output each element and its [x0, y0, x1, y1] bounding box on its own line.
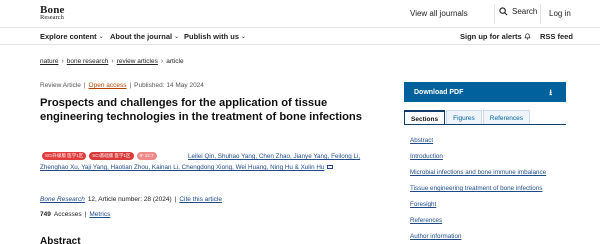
chevron-right-icon: › — [160, 58, 164, 65]
published-date: Published: 14 May 2024 — [134, 82, 204, 89]
view-all-journals-link[interactable]: View all journals — [410, 9, 468, 18]
toc-item-references[interactable]: References — [410, 213, 570, 229]
nav-signup-alerts[interactable]: Sign up for alerts — [460, 32, 531, 41]
open-access-link[interactable]: Open access — [89, 82, 127, 89]
download-pdf-label: Download PDF — [414, 88, 464, 96]
badge-impact-factor: IF 12.7 — [136, 152, 157, 160]
nav-bar: Explore content ⌄ About the journal ⌄ Pu… — [0, 29, 600, 45]
breadcrumb-nature[interactable]: nature — [40, 58, 58, 65]
metrics-link[interactable]: Metrics — [89, 211, 110, 218]
nav-signup-label: Sign up for alerts — [460, 32, 522, 41]
article-title: Prospects and challenges for the applica… — [40, 97, 362, 123]
breadcrumb-review-articles[interactable]: review articles — [117, 58, 158, 65]
breadcrumb-bone-research[interactable]: bone research — [67, 58, 109, 65]
citation-line: Bone Research 12, Article number: 28 (20… — [40, 196, 222, 203]
chevron-down-icon: ⌄ — [241, 34, 247, 40]
toc-item-abstract[interactable]: Abstract — [410, 133, 570, 149]
tab-figures[interactable]: Figures — [446, 110, 482, 124]
download-icon: ⭳ — [549, 88, 552, 97]
nav-explore-label: Explore content — [40, 32, 97, 41]
nav-publish-with-us[interactable]: Publish with us ⌄ — [184, 32, 246, 41]
chevron-down-icon: ⌄ — [174, 34, 180, 40]
nav-rss-feed[interactable]: RSS feed — [540, 32, 573, 41]
ranking-badges: SCI升级版 医学1区 SCI基础版 医学1区 IF 12.7 — [42, 152, 157, 160]
toc-item-introduction[interactable]: Introduction — [410, 149, 570, 165]
toc-item-foresight[interactable]: Foresight — [410, 197, 570, 213]
sidebar-tabs: Sections Figures References — [404, 110, 566, 125]
chevron-right-icon: › — [61, 58, 64, 65]
nav-about-journal[interactable]: About the journal ⌄ — [110, 32, 179, 41]
metrics-line: 749 Accesses | Metrics — [40, 211, 111, 218]
tab-references[interactable]: References — [482, 110, 531, 124]
divider — [540, 4, 541, 24]
article-type: Review Article — [40, 82, 81, 89]
journal-link[interactable]: Bone Research — [40, 196, 85, 203]
login-link[interactable]: Log in — [549, 9, 571, 18]
sections-list: Abstract Introduction Microbial infectio… — [410, 133, 570, 244]
citation-details: 12, Article number: 28 (2024) — [87, 196, 172, 203]
badge-sci-upgrade: SCI升级版 医学1区 — [42, 152, 87, 160]
toc-item-tissue-engineering[interactable]: Tissue engineering treatment of bone inf… — [410, 181, 570, 197]
nav-about-label: About the journal — [110, 32, 173, 41]
nav-rss-label: RSS feed — [540, 32, 573, 41]
abstract-heading: Abstract — [40, 236, 81, 244]
tab-sections[interactable]: Sections — [404, 110, 446, 124]
accesses-count: 749 — [40, 211, 51, 218]
nav-explore-content[interactable]: Explore content ⌄ — [40, 32, 104, 41]
accesses-label: Accesses — [53, 211, 82, 218]
logo-line2: Research — [40, 14, 64, 21]
badge-sci-basic: SCI基础版 医学1区 — [89, 152, 134, 160]
download-pdf-button[interactable]: Download PDF ⭳ — [404, 82, 566, 102]
toc-item-author-information[interactable]: Author information — [410, 229, 570, 244]
article-meta: Review Article | Open access | Published… — [40, 82, 204, 89]
search-label: Search — [512, 7, 538, 16]
chevron-right-icon: › — [111, 58, 114, 65]
mail-icon[interactable] — [327, 165, 334, 170]
cite-this-article-link[interactable]: Cite this article — [179, 196, 222, 203]
bell-icon — [524, 33, 531, 40]
top-bar: Bone Research View all journals Search L… — [0, 0, 600, 28]
search-button[interactable]: Search — [499, 7, 537, 16]
chevron-down-icon: ⌄ — [98, 34, 104, 40]
breadcrumb: nature › bone research › review articles… — [40, 58, 184, 65]
toc-item-microbial-infections[interactable]: Microbial infections and bone immune imb… — [410, 165, 570, 181]
search-icon — [499, 7, 508, 16]
divider — [494, 4, 495, 24]
journal-logo[interactable]: Bone Research — [40, 5, 65, 22]
nav-publish-label: Publish with us — [184, 32, 240, 41]
breadcrumb-current: article — [166, 58, 184, 65]
